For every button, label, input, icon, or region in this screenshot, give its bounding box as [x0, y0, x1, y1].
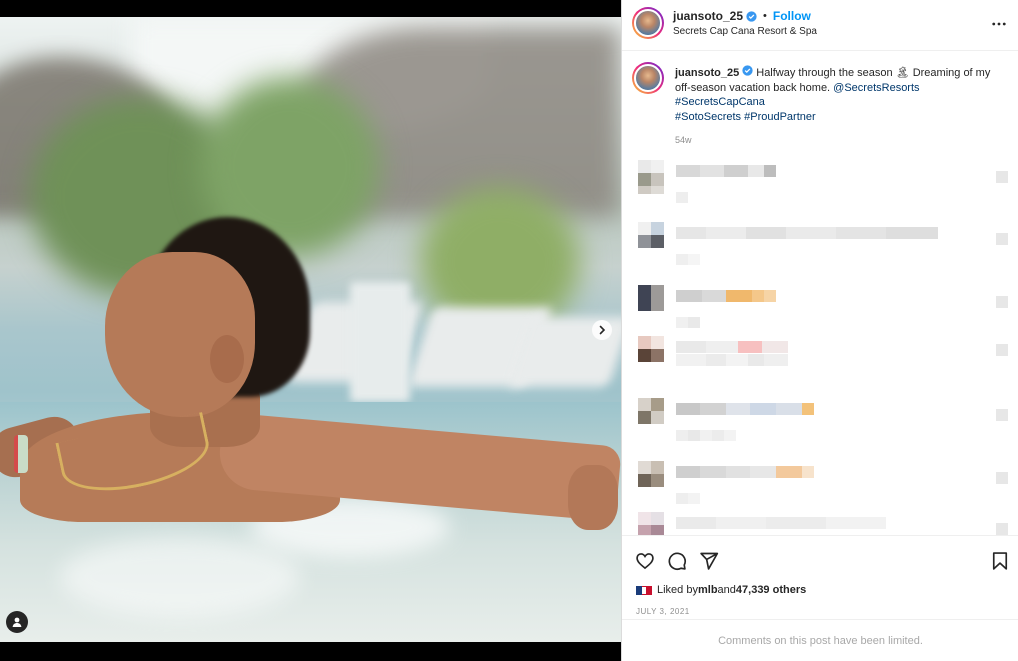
- post-side-panel: juansoto_25 • Follow Secrets Cap Cana Re…: [621, 0, 1018, 661]
- comment-like-icon[interactable]: [996, 296, 1008, 308]
- caption-author-avatar[interactable]: [632, 62, 664, 94]
- caption-username[interactable]: juansoto_25: [675, 67, 739, 79]
- comment-text-obscured: [676, 341, 788, 353]
- comment-like-icon[interactable]: [996, 523, 1008, 535]
- post-photo[interactable]: [0, 17, 621, 642]
- likes-summary: Liked by mlb and 47,339 others: [636, 584, 806, 596]
- comment-text-obscured: [676, 165, 776, 177]
- author-avatar[interactable]: [632, 7, 664, 39]
- comment-like-icon[interactable]: [996, 171, 1008, 183]
- comment-like-icon[interactable]: [996, 344, 1008, 356]
- next-media-button[interactable]: [592, 320, 612, 340]
- post-date: JULY 3, 2021: [636, 607, 690, 616]
- comment-meta-obscured: [676, 493, 700, 504]
- likes-count[interactable]: 47,339 others: [736, 584, 806, 596]
- comment-button[interactable]: [666, 550, 688, 572]
- likes-middle: and: [717, 584, 736, 596]
- heart-icon: [636, 553, 654, 570]
- comment-item: [638, 506, 1018, 535]
- like-button[interactable]: [634, 550, 656, 572]
- follow-button[interactable]: Follow: [773, 9, 811, 23]
- comments-limited-notice: Comments on this post have been limited.: [622, 619, 1018, 661]
- instagram-post-modal: juansoto_25 • Follow Secrets Cap Cana Re…: [0, 0, 1018, 661]
- comment-item: [638, 216, 1018, 266]
- commenter-avatar[interactable]: [638, 512, 664, 535]
- comment-text-obscured: [676, 517, 886, 529]
- hashtag-link[interactable]: #ProudPartner: [744, 111, 816, 123]
- verified-badge-icon: [746, 10, 757, 22]
- comment-meta-obscured: [676, 254, 700, 265]
- mention-link[interactable]: @SecretsResorts: [833, 82, 919, 94]
- comment-item: [638, 392, 1018, 442]
- user-icon: [12, 617, 22, 627]
- post-location[interactable]: Secrets Cap Cana Resort & Spa: [673, 26, 817, 37]
- commenter-avatar[interactable]: [638, 222, 664, 256]
- comment-item: [638, 279, 1018, 329]
- share-icon: [700, 552, 719, 570]
- comment-like-icon[interactable]: [996, 233, 1008, 245]
- comment-text-obscured: [676, 403, 814, 415]
- author-username[interactable]: juansoto_25: [673, 9, 743, 23]
- hashtag-link[interactable]: #SotoSecrets: [675, 111, 741, 123]
- save-button[interactable]: [989, 550, 1011, 572]
- chevron-right-icon: [599, 325, 606, 335]
- commenter-avatar[interactable]: [638, 398, 664, 432]
- more-horizontal-icon: [992, 22, 1006, 26]
- comment-item: [638, 455, 1018, 505]
- comment-item: [638, 330, 1018, 380]
- caption-timestamp[interactable]: 54w: [675, 135, 692, 145]
- mlb-logo-icon: [636, 585, 652, 595]
- commenter-avatar[interactable]: [638, 160, 664, 194]
- bookmark-icon: [992, 552, 1008, 570]
- caption-emoji: 🏝: [895, 67, 910, 79]
- more-options-button[interactable]: [991, 16, 1007, 32]
- likes-prefix: Liked by: [657, 584, 698, 596]
- comment-like-icon[interactable]: [996, 409, 1008, 421]
- caption-text: juansoto_25 Halfway through the season 🏝…: [675, 65, 995, 124]
- separator-dot: •: [763, 10, 767, 22]
- post-media: [0, 0, 621, 661]
- caption-body-1: Halfway through the season: [753, 67, 896, 79]
- commenter-avatar[interactable]: [638, 461, 664, 495]
- post-header: juansoto_25 • Follow Secrets Cap Cana Re…: [622, 0, 1018, 51]
- comment-meta-obscured: [676, 192, 688, 203]
- hashtag-link[interactable]: #SecretsCapCana: [675, 96, 765, 108]
- comment-text-obscured: [676, 290, 776, 302]
- comment-icon: [668, 552, 686, 570]
- comments-list: [622, 150, 1018, 535]
- verified-badge-icon: [742, 65, 753, 76]
- share-button[interactable]: [698, 550, 720, 572]
- comment-like-icon[interactable]: [996, 472, 1008, 484]
- liker-username[interactable]: mlb: [698, 584, 718, 596]
- comment-text-obscured: [676, 227, 938, 239]
- comment-item: [638, 154, 1018, 204]
- commenter-avatar[interactable]: [638, 336, 664, 370]
- comment-meta-obscured: [676, 430, 736, 441]
- commenter-avatar[interactable]: [638, 285, 664, 319]
- tagged-users-button[interactable]: [6, 611, 28, 633]
- comment-text-obscured: [676, 466, 814, 478]
- comment-meta-obscured: [676, 317, 700, 328]
